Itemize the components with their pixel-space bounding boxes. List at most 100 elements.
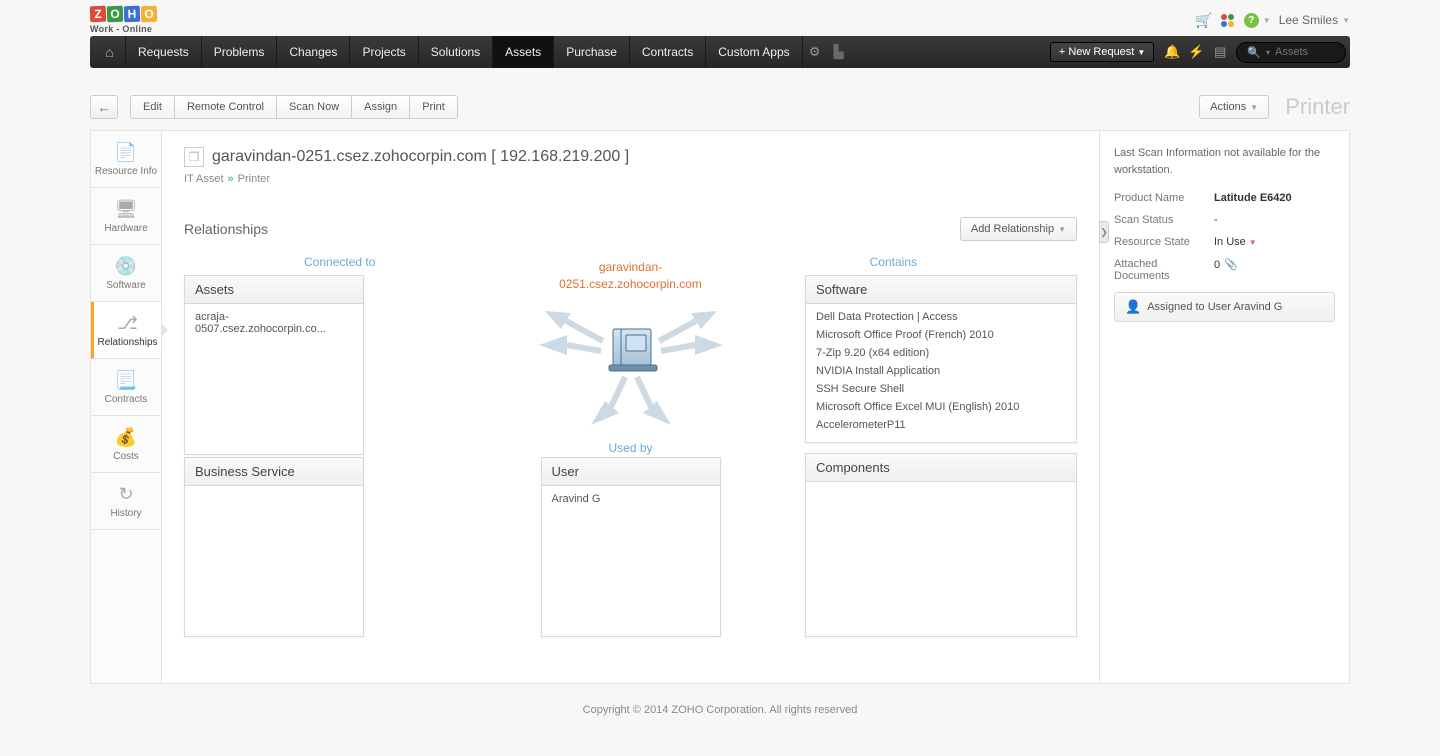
tool-scan-now-button[interactable]: Scan Now	[277, 95, 352, 119]
main-nav: ⌂ RequestsProblemsChangesProjectsSolutio…	[90, 36, 1350, 68]
card-components: Components	[805, 453, 1077, 637]
tool-print-button[interactable]: Print	[410, 95, 458, 119]
side-tab-label: Contracts	[105, 394, 148, 405]
nav-item-solutions[interactable]: Solutions	[419, 36, 493, 68]
logo-letter: Z	[90, 6, 107, 23]
assigned-user-box[interactable]: 👤Assigned to User Aravind G	[1114, 292, 1335, 322]
relationships-heading: Relationships	[184, 221, 268, 237]
side-tab-label: History	[110, 508, 141, 519]
history-icon: ↻	[115, 483, 137, 505]
back-button[interactable]: ←	[90, 95, 118, 119]
card-comp-header: Components	[806, 454, 1076, 482]
side-tab-hardware[interactable]: 🖥 Hardware	[91, 188, 161, 245]
side-tab-relationships[interactable]: ⎇Relationships	[91, 302, 161, 359]
right-info-panel: ❯ Last Scan Information not available fo…	[1100, 130, 1350, 684]
card-assets-header: Assets	[185, 276, 363, 304]
assigned-user-text: Assigned to User Aravind G	[1147, 301, 1282, 313]
scan-status-value: -	[1214, 214, 1218, 226]
logo-letter: H	[124, 6, 141, 23]
list-item[interactable]: Microsoft Office Proof (French) 2010	[816, 326, 1066, 344]
side-tab-label: Hardware	[104, 223, 147, 234]
nav-item-assets[interactable]: Assets	[493, 36, 554, 68]
side-tab-contracts[interactable]: 📃Contracts	[91, 359, 161, 416]
attach-icon: 📎	[1224, 259, 1238, 271]
new-request-button[interactable]: + New Request▼	[1050, 42, 1154, 62]
brand-logo[interactable]: ZOHO Work - Online	[90, 6, 157, 34]
crumb-type[interactable]: IT Asset	[184, 173, 224, 185]
list-item[interactable]: AccelerometerP11	[816, 416, 1066, 434]
label-contains: Contains	[870, 255, 917, 269]
user-caret-icon: ▼	[1342, 16, 1350, 25]
side-tab-software[interactable]: 💿Software	[91, 245, 161, 302]
product-name-key: Product Name	[1114, 192, 1214, 204]
list-item[interactable]: SSH Secure Shell	[816, 380, 1066, 398]
nav-chart-icon[interactable]: ▙	[827, 44, 851, 60]
resource-state-key: Resource State	[1114, 236, 1214, 248]
side-tab-label: Relationships	[97, 337, 157, 348]
crumb-sub[interactable]: Printer	[238, 173, 270, 185]
list-item[interactable]: 7-Zip 9.20 (x64 edition)	[816, 344, 1066, 362]
breadcrumb: IT Asset»Printer	[184, 173, 1077, 185]
scan-info-note: Last Scan Information not available for …	[1114, 145, 1335, 178]
main-panel: ❒ garavindan-0251.csez.zohocorpin.com [ …	[162, 130, 1100, 684]
hardware-icon: 🖥	[115, 198, 137, 220]
costs-icon: 💰	[115, 426, 137, 448]
logo-letter: O	[107, 6, 124, 23]
attached-docs-value[interactable]: 0📎	[1214, 258, 1238, 282]
nav-item-contracts[interactable]: Contracts	[630, 36, 706, 68]
nav-home-icon[interactable]: ⌂	[94, 36, 126, 68]
card-business-service: Business Service	[184, 457, 364, 637]
side-tabs: 📄 Resource Info 🖥 Hardware 💿Software⎇Relatio…	[90, 130, 162, 684]
resource-info-icon: 📄	[115, 141, 137, 163]
center-asset-name: garavindan-0251.csez.zohocorpin.com	[531, 259, 731, 293]
nav-item-changes[interactable]: Changes	[277, 36, 350, 68]
user-name[interactable]: Lee Smiles	[1279, 13, 1338, 27]
list-item[interactable]: NVIDIA Install Application	[816, 362, 1066, 380]
nav-item-projects[interactable]: Projects	[350, 36, 418, 68]
nav-bolt-icon[interactable]: ⚡	[1184, 44, 1208, 60]
card-sw-header: Software	[806, 276, 1076, 304]
side-tab-label: Costs	[113, 451, 139, 462]
chevron-down-icon: ▼	[1249, 238, 1257, 247]
nav-item-custom-apps[interactable]: Custom Apps	[706, 36, 802, 68]
scan-status-key: Scan Status	[1114, 214, 1214, 226]
resource-state-value[interactable]: In Use▼	[1214, 236, 1257, 248]
product-name-value: Latitude E6420	[1214, 192, 1292, 204]
page-type-label: Printer	[1285, 94, 1350, 120]
apps-icon[interactable]	[1220, 12, 1236, 28]
nav-gear-icon[interactable]: ⚙	[803, 44, 827, 60]
cart-icon[interactable]: 🛒	[1196, 12, 1212, 28]
help-icon[interactable]: ?	[1244, 13, 1259, 28]
brand-subtitle: Work - Online	[90, 24, 152, 34]
relationship-diagram-icon	[531, 293, 731, 433]
card-assets: Assets acraja-0507.csez.zohocorpin.co...	[184, 275, 364, 455]
list-item[interactable]: Dell Data Protection | Access	[816, 308, 1066, 326]
nav-item-problems[interactable]: Problems	[202, 36, 278, 68]
side-tab-label: Resource Info	[95, 166, 157, 177]
tool-assign-button[interactable]: Assign	[352, 95, 410, 119]
search-caret-icon: ▾	[1266, 48, 1270, 57]
side-tab-resource-info[interactable]: 📄 Resource Info	[91, 131, 161, 188]
panel-expand-handle[interactable]: ❯	[1099, 221, 1109, 243]
actions-dropdown[interactable]: Actions▼	[1199, 95, 1269, 119]
side-tab-history[interactable]: ↻ History	[91, 473, 161, 530]
tool-remote-control-button[interactable]: Remote Control	[175, 95, 277, 119]
label-used-by: Used by	[608, 441, 652, 455]
list-item[interactable]: acraja-0507.csez.zohocorpin.co...	[195, 308, 353, 338]
nav-search-input[interactable]	[1275, 46, 1335, 58]
side-tab-costs[interactable]: 💰 Costs	[91, 416, 161, 473]
nav-bell-icon[interactable]: 🔔	[1160, 44, 1184, 60]
nav-item-purchase[interactable]: Purchase	[554, 36, 630, 68]
help-caret-icon: ▼	[1263, 16, 1271, 25]
search-icon: 🔍	[1247, 46, 1261, 59]
list-item[interactable]: Aravind G	[552, 490, 710, 508]
nav-calendar-icon[interactable]: ▤	[1208, 44, 1232, 60]
software-icon: 💿	[115, 255, 137, 277]
card-biz-header: Business Service	[185, 458, 363, 486]
tool-edit-button[interactable]: Edit	[130, 95, 175, 119]
add-relationship-button[interactable]: Add Relationship▼	[960, 217, 1077, 241]
cube-icon: ❒	[184, 147, 204, 167]
nav-search[interactable]: 🔍▾	[1236, 42, 1346, 63]
nav-item-requests[interactable]: Requests	[126, 36, 202, 68]
list-item[interactable]: Microsoft Office Excel MUI (English) 201…	[816, 398, 1066, 416]
